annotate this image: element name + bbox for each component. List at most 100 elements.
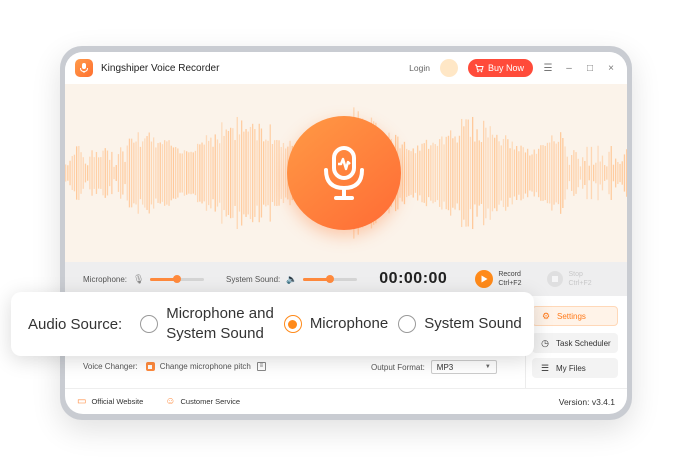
cart-icon xyxy=(474,64,484,73)
waveform-bar xyxy=(221,122,223,224)
waveform-bar xyxy=(256,140,258,206)
waveform-bar xyxy=(417,145,419,201)
microphone-volume-knob[interactable] xyxy=(173,274,182,283)
waveform-bar xyxy=(271,144,274,202)
waveform-bar xyxy=(557,141,560,205)
radio-mic-and-system[interactable] xyxy=(140,315,159,333)
waveform-bar xyxy=(562,137,564,209)
waveform-bar xyxy=(410,151,412,195)
waveform-bar xyxy=(505,135,507,211)
waveform-bar xyxy=(434,144,436,202)
output-format-value: MP3 xyxy=(436,362,454,372)
waveform-bar xyxy=(480,142,483,204)
chevron-down-icon: ▼ xyxy=(484,364,491,370)
waveform-bar xyxy=(201,142,203,204)
waveform-bar xyxy=(197,143,199,203)
waveform-bar xyxy=(610,146,612,200)
waveform-bar xyxy=(619,163,621,183)
waveform-bar xyxy=(549,142,551,204)
minimize-button[interactable]: – xyxy=(563,63,575,74)
pitch-settings-icon[interactable]: ≡ xyxy=(256,362,266,371)
waveform-bar xyxy=(212,146,214,200)
waveform-bar xyxy=(463,126,465,220)
menu-icon[interactable]: ☰ xyxy=(542,63,554,74)
source-option-microphone[interactable]: Microphone xyxy=(283,314,389,334)
waveform-bar xyxy=(117,154,120,192)
source-option-text: Microphone and System Sound xyxy=(166,304,274,344)
source-option-system-sound[interactable]: System Sound xyxy=(398,314,522,334)
waveform-bar xyxy=(124,161,126,185)
waveform-bar xyxy=(425,139,428,207)
waveform-bar xyxy=(148,132,150,214)
close-button[interactable]: × xyxy=(605,63,617,74)
waveform-bar xyxy=(168,140,170,206)
waveform-bar xyxy=(203,144,205,202)
waveform-bar xyxy=(577,158,579,188)
waveform-bar xyxy=(205,135,208,211)
title-actions: Login Buy Now ☰ – □ × xyxy=(409,59,617,77)
pitch-checkbox[interactable] xyxy=(145,362,155,371)
waveform-bar xyxy=(538,148,540,198)
waveform-bar xyxy=(555,143,557,203)
microphone-volume-slider[interactable] xyxy=(150,274,205,283)
waveform-bar xyxy=(186,151,188,195)
waveform-bar xyxy=(597,145,599,201)
stop-text: Stop Ctrl+F2 xyxy=(568,270,591,288)
waveform-bar xyxy=(500,145,502,201)
waveform-bar xyxy=(106,150,109,196)
waveform-bar xyxy=(73,154,76,192)
source-option-label: Microphone xyxy=(309,315,389,332)
waveform-bar xyxy=(278,140,280,206)
radio-system-sound[interactable] xyxy=(398,315,417,333)
customer-service-link[interactable]: ☺ Customer Service xyxy=(165,396,240,407)
customer-service-label: Customer Service xyxy=(180,397,241,406)
waveform-bar xyxy=(606,166,608,180)
avatar[interactable] xyxy=(439,59,458,77)
waveform-bar xyxy=(593,164,595,182)
record-button[interactable]: Record Ctrl+F2 xyxy=(475,270,521,288)
waveform-bar xyxy=(423,143,425,203)
waveform-bar xyxy=(80,152,82,194)
waveform-bar xyxy=(516,146,518,200)
radio-microphone[interactable] xyxy=(283,315,302,333)
task-scheduler-button[interactable]: ◷ Task Scheduler xyxy=(532,333,618,353)
waveform-bar xyxy=(254,129,256,217)
waveform-bar xyxy=(164,140,166,206)
waveform-bar xyxy=(472,116,474,230)
waveform-bar xyxy=(465,119,467,227)
record-shortcut: Ctrl+F2 xyxy=(498,280,522,287)
settings-button[interactable]: ⚙ Settings xyxy=(532,306,618,326)
buy-now-button[interactable]: Buy Now xyxy=(467,59,533,77)
speaker-icon: 🔈 xyxy=(286,273,298,284)
source-option-line2: System Sound xyxy=(166,325,264,342)
waveform-bar xyxy=(573,150,575,196)
waveform-bar xyxy=(128,138,131,208)
maximize-button[interactable]: □ xyxy=(584,63,596,74)
official-website-link[interactable]: ▭ Official Website xyxy=(77,396,143,407)
system-sound-volume-slider[interactable] xyxy=(303,274,358,283)
waveform-bar xyxy=(131,138,133,208)
clock-icon: ◷ xyxy=(541,337,549,348)
waveform-bar xyxy=(564,146,566,200)
settings-label: Settings xyxy=(557,311,586,321)
login-link[interactable]: Login xyxy=(409,63,430,73)
waveform-bar xyxy=(412,148,414,198)
waveform-bar xyxy=(157,143,159,203)
output-format-select[interactable]: MP3 ▼ xyxy=(430,360,497,374)
waveform-bar xyxy=(568,164,571,182)
waveform-bar xyxy=(208,140,210,206)
stop-button[interactable]: Stop Ctrl+F2 xyxy=(547,270,592,288)
voice-changer-row: Voice Changer: Change microphone pitch ≡ xyxy=(83,362,266,371)
system-sound-volume-knob[interactable] xyxy=(326,274,335,283)
waveform-bar xyxy=(192,152,194,194)
waveform-bar xyxy=(531,154,533,192)
source-option-mic-and-system[interactable]: Microphone and System Sound xyxy=(140,304,274,344)
my-files-button[interactable]: ☰ My Files xyxy=(532,358,618,378)
waveform-bar xyxy=(608,151,610,195)
waveform-bar xyxy=(485,127,487,219)
waveform-bar xyxy=(153,137,155,209)
waveform-bar xyxy=(461,118,463,228)
waveform-bar xyxy=(93,157,95,189)
waveform-bar xyxy=(175,147,177,199)
waveform-bar xyxy=(406,148,408,198)
